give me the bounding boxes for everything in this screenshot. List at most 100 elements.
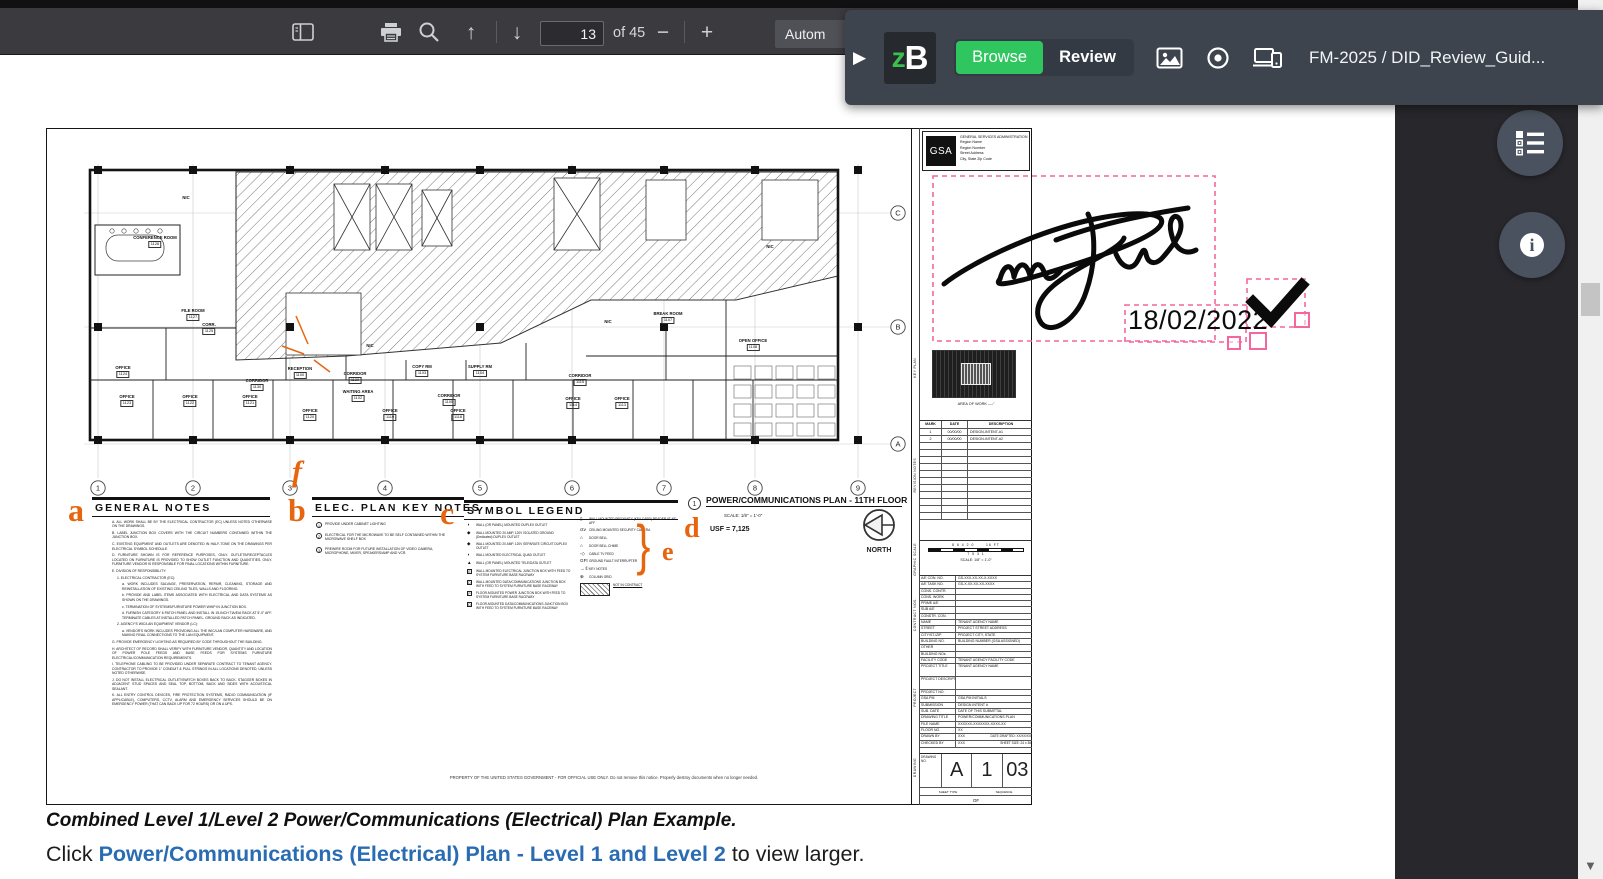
- revision-row-empty: [920, 443, 1032, 450]
- plan-number-bubble: 1: [688, 497, 701, 510]
- symbol-text: NOT IN CONTRACT: [613, 583, 642, 587]
- tb-row-value: [956, 589, 1032, 594]
- tb-row-value: [956, 601, 1032, 606]
- svg-text:1: 1: [96, 484, 100, 493]
- zb-logo[interactable]: z B: [884, 32, 936, 84]
- up-arrow-icon: ↑: [466, 22, 477, 43]
- key-note-text: PREWIRE ROOM FOR FUTURE INSTALLATION OF …: [325, 547, 458, 556]
- gsa-lines: GENERAL SERVICES ADMINISTRATIONRegion Na…: [960, 135, 1027, 162]
- tb-row-value: TENANT AGENCY FACILITY CODE: [956, 658, 1032, 663]
- outline-panel-button[interactable]: [1497, 110, 1563, 176]
- title-block-row: PROJECT TITLETENANT AGENCY NAME: [920, 664, 1032, 677]
- symbol-text: CABLE TV FEED: [589, 552, 614, 556]
- area-of-work-label: AREA OF WORK —⟋: [920, 402, 1032, 406]
- symbol-legend-item: ◆WALL MOUNTED 20 AMP, 120V ISOLATED GROU…: [467, 531, 571, 539]
- tb-row-value: PROJECT STREET ADDRESS: [956, 626, 1032, 631]
- general-note: G. PROVIDE EMERGENCY LIGHTING AS REQUIRE…: [112, 640, 272, 644]
- tb-row-label: DRAWN BY: [920, 734, 956, 740]
- search-button[interactable]: [414, 18, 444, 46]
- key-note-text: ELECTRICAL FOR THE MICROWAVE TO BE SELF …: [325, 533, 458, 542]
- revision-table: MARK DATE DESCRIPTION 100/00/00DESIGN-IN…: [920, 420, 1032, 520]
- zb-logo-b: B: [905, 39, 929, 77]
- tb-row-value: [956, 677, 1032, 689]
- zoom-in-button[interactable]: +: [692, 18, 722, 46]
- tb-side: KEY PLANREVISION NOTESGRAPHIC SCALECONTR…: [912, 128, 920, 805]
- viewer-background: [1395, 55, 1578, 879]
- symbol-glyph: D: [467, 602, 472, 607]
- revision-row-empty: [920, 450, 1032, 457]
- key-notes-list: 1PROVIDE UNDER CABINET LIGHTING2ELECTRIC…: [316, 522, 458, 561]
- scrollbar[interactable]: ▼: [1578, 0, 1603, 879]
- tb-row-value: BUILDING NUMBER (GSA ASSIGNED): [956, 639, 1032, 644]
- revision-header: MARK DATE DESCRIPTION: [920, 421, 1032, 429]
- symbol-legend-item: EWALL-MOUNTED ELECTRICAL JUNCTION BOX WI…: [467, 569, 571, 577]
- callout-letter-a: a: [68, 492, 84, 529]
- callout-letter-f: f: [292, 455, 302, 489]
- next-page-button[interactable]: ↓: [502, 18, 532, 46]
- tb-side-label: CONTRACT NOS.: [913, 598, 917, 631]
- symbol-glyph: ⌂: [580, 544, 587, 549]
- general-note: a. WORK INCLUDES SALVAGE, PRESERVATION, …: [122, 582, 272, 591]
- date-annotation[interactable]: 18/02/2022: [1128, 305, 1268, 336]
- preview-tool-button[interactable]: [1205, 45, 1231, 71]
- plan-link[interactable]: Power/Communications (Electrical) Plan -…: [99, 842, 726, 866]
- tb-row-value: [956, 614, 1032, 619]
- svg-text:7: 7: [662, 484, 666, 493]
- tb-row-value: [956, 690, 1032, 695]
- symbol-legend-item: ▲WALL (OR PANEL) MOUNTED TELE/DATA OUTLE…: [467, 561, 571, 566]
- tb-row-value: [956, 595, 1032, 600]
- revision-row-empty: [920, 471, 1032, 478]
- info-panel-button[interactable]: i: [1499, 212, 1565, 278]
- tb-row-label: NAME: [920, 620, 956, 625]
- key-note-number: 1: [316, 522, 322, 528]
- tb-row-extra: SHEET SIZE: 24 x 36: [1000, 742, 1031, 745]
- page-number-input[interactable]: [540, 21, 604, 46]
- eye-icon: [1205, 45, 1231, 71]
- drawing-no-label: DRAWING NO.: [920, 754, 942, 787]
- scrollbar-thumb[interactable]: [1581, 283, 1600, 316]
- tb-row-label: PRIME A/E: [920, 601, 956, 606]
- toolbar-divider: [496, 21, 497, 43]
- symbol-legend-item: ◆WALL MOUNTED 20 AMP, 120V SEPARATE CIRC…: [467, 542, 571, 550]
- zoom-level-select[interactable]: Autom: [775, 20, 847, 48]
- symbol-text: COLUMN GRID: [589, 575, 612, 579]
- previous-page-button[interactable]: ↑: [456, 18, 486, 46]
- tb-row-label: A/E TASK NO.: [920, 582, 956, 587]
- graphic-scale-numbers-2: 7 5 3 1: [920, 552, 1032, 556]
- general-note: 1. ELECTRICAL CONTRACTOR (EC):: [117, 576, 272, 580]
- symbol-glyph: ◖: [467, 523, 474, 528]
- sheet-discipline: A: [942, 754, 972, 787]
- symbol-glyph: E: [467, 569, 472, 574]
- general-note: I. TELEPHONE CABLING TO BE PROVIDED UNDE…: [112, 662, 272, 675]
- print-button[interactable]: [376, 18, 406, 46]
- callout-letter-c: c: [440, 495, 454, 532]
- symbol-glyph: ⌂: [580, 536, 587, 541]
- drawing-no-sublabels: SHEET TYPE SEQUENCE: [920, 787, 1032, 795]
- svg-text:4: 4: [383, 484, 387, 493]
- zoom-out-button[interactable]: −: [648, 18, 678, 46]
- review-tab[interactable]: Review: [1043, 41, 1132, 74]
- open-office-desks: [734, 366, 835, 436]
- symbol-legend-item: ◖WALL (OR PANEL) MOUNTED DUPLEX OUTLET: [467, 523, 571, 528]
- sidebar-toggle-button[interactable]: [288, 18, 318, 46]
- svg-text:2: 2: [191, 484, 195, 493]
- devices-tool-button[interactable]: [1253, 45, 1283, 71]
- tb-rows: A/E CON. NO.GS-XXX-XX-XX-X-XXXXA/E TASK …: [920, 575, 1032, 748]
- graphic-scale: 8 6 4 2 0 16 FT 7 5 3 1 SCALE: 1/8" = 1'…: [920, 540, 1032, 574]
- image-icon: [1156, 47, 1183, 69]
- key-note: 1PROVIDE UNDER CABINET LIGHTING: [316, 522, 458, 528]
- symbol-legend-item: ctvCEILING MOUNTED SECURITY CAMERA: [580, 528, 678, 533]
- revision-row-empty: [920, 478, 1032, 485]
- svg-text:5: 5: [478, 484, 482, 493]
- revision-row-empty: [920, 499, 1032, 506]
- tb-row-label: BUILDING NO.: [920, 639, 956, 644]
- tb-row-value: XXXXXX-XXXXXXX-XXXX-XX: [956, 722, 1032, 727]
- browse-tab[interactable]: Browse: [956, 41, 1043, 74]
- collapse-panel-arrow[interactable]: ▶: [853, 48, 866, 68]
- scrollbar-down-arrow[interactable]: ▼: [1584, 858, 1597, 873]
- image-tool-button[interactable]: [1156, 47, 1183, 69]
- graphic-scale-bar: [928, 548, 1024, 552]
- key-note-number: 3: [316, 547, 322, 553]
- callout-letter-b: b: [288, 492, 306, 529]
- review-toolbar-panel: ▶ z B Browse Review FM-2025 / DID_Review…: [845, 10, 1603, 105]
